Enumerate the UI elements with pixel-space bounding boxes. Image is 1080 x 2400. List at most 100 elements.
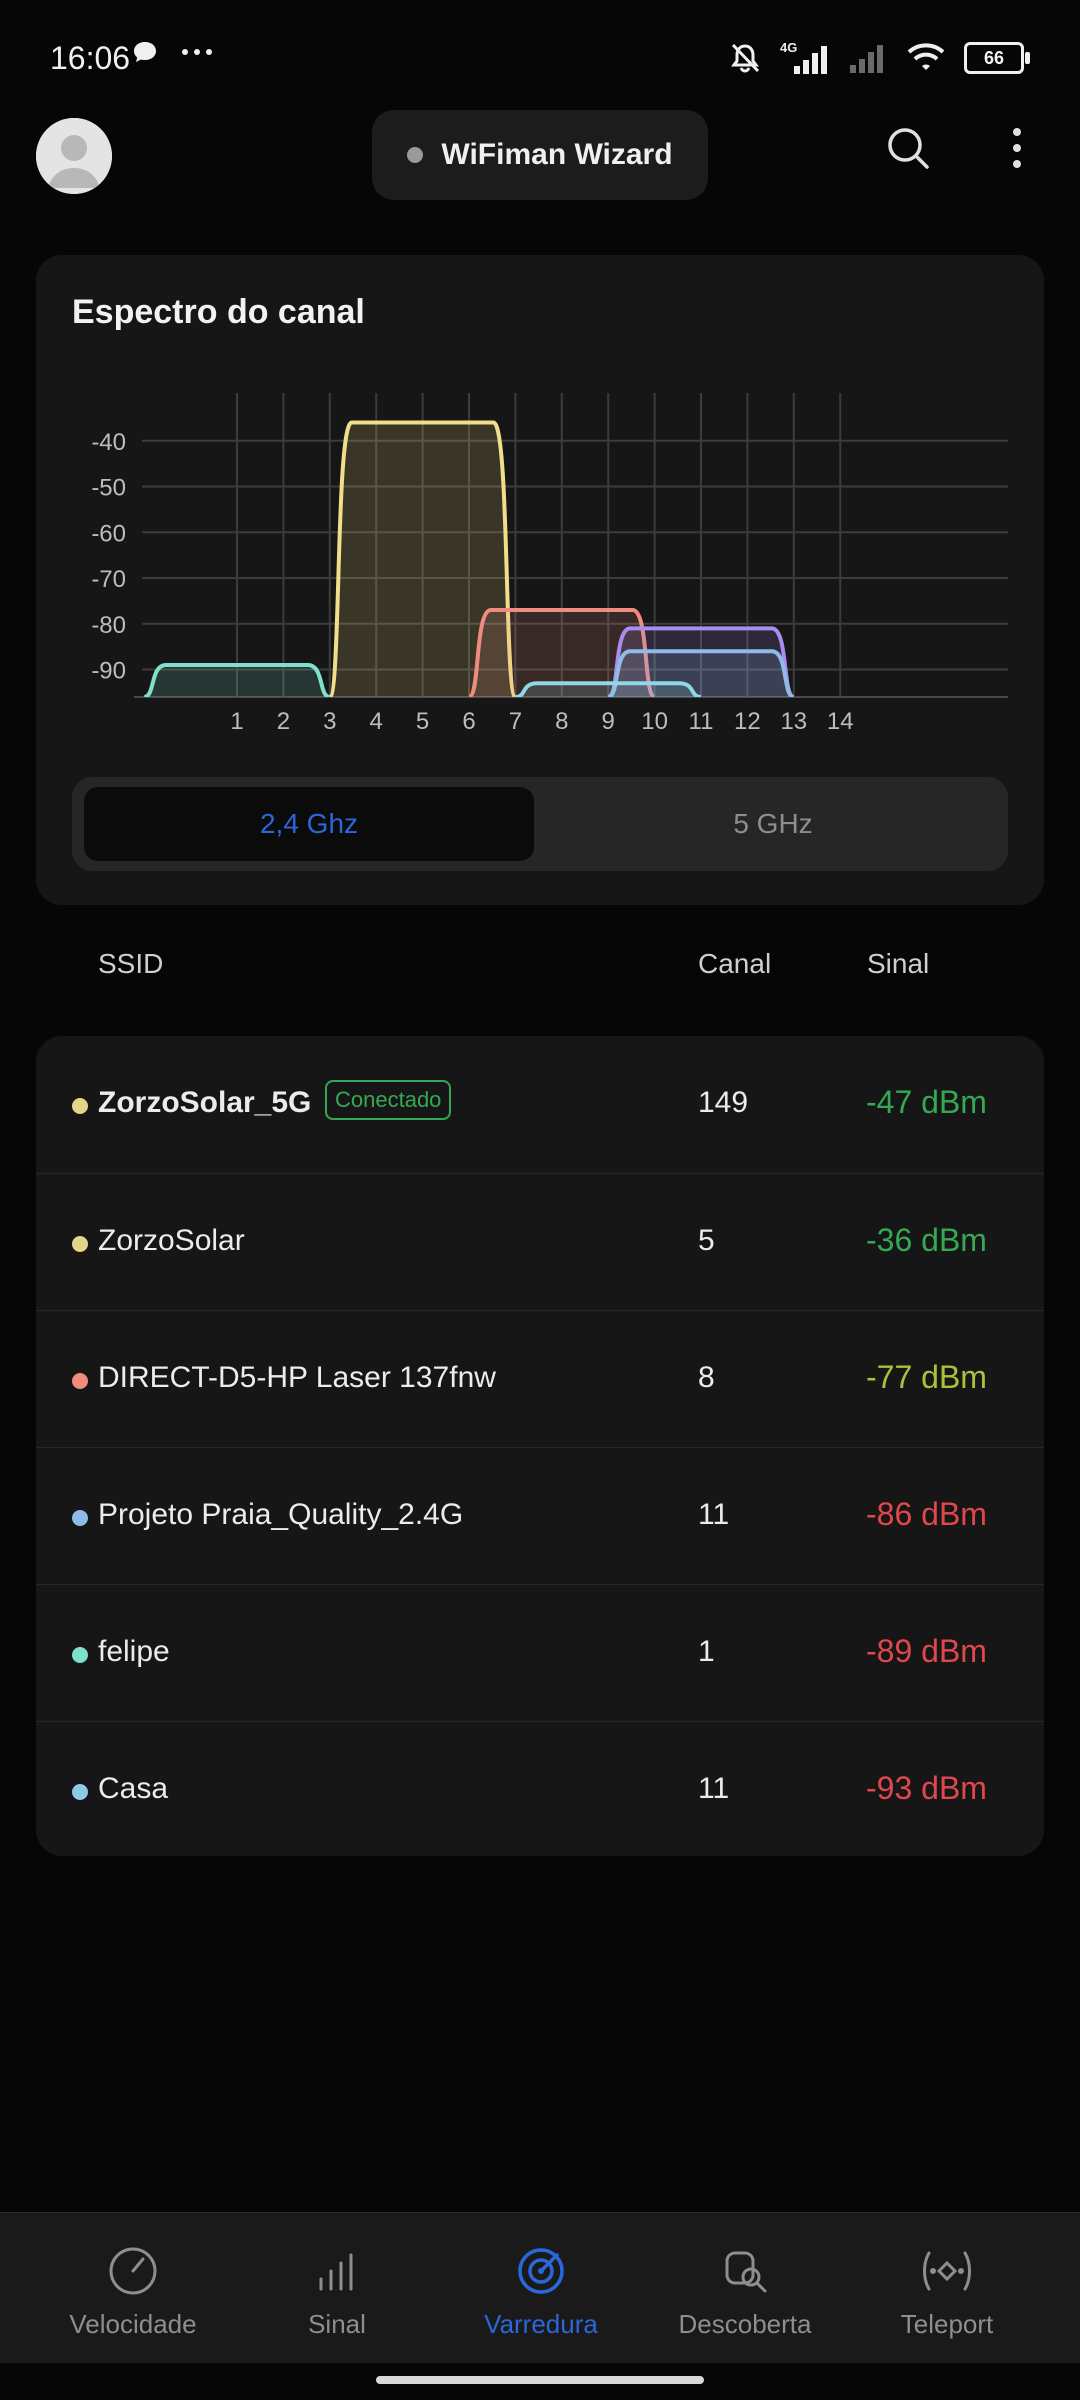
network-row[interactable]: DIRECT-D5-HP Laser 137fnw 8 -77 dBm	[36, 1310, 1044, 1448]
network-ssid: Projeto Praia_Quality_2.4G	[98, 1498, 464, 1531]
x-tick-label: 4	[370, 708, 383, 735]
x-tick-label: 7	[509, 708, 522, 735]
y-tick-label: -90	[91, 658, 126, 685]
band-toggle: 2,4 Ghz 5 GHz	[72, 777, 1008, 871]
battery-level: 66	[983, 47, 1005, 68]
wifi-icon	[907, 43, 945, 70]
device-search-icon	[725, 2251, 767, 2293]
signal-empty-icon	[850, 45, 883, 73]
x-tick-label: 9	[602, 708, 615, 735]
x-tick-label: 1	[230, 708, 243, 735]
signal-bars-icon	[319, 2253, 353, 2291]
network-ssid: ZorzoSolar_5G	[98, 1086, 312, 1119]
avatar-person-icon	[36, 118, 112, 194]
band-5ghz-button[interactable]: 5 GHz	[548, 787, 998, 861]
chat-bubble-icon	[134, 42, 156, 62]
ssid-column-header[interactable]: SSID	[98, 948, 163, 980]
network-signal: -36 dBm	[866, 1222, 987, 1258]
x-tick-label: 13	[780, 708, 807, 735]
y-tick-label: -40	[91, 429, 126, 456]
network-list: ZorzoSolar_5G Conectado 149 -47 dBm Zorz…	[36, 1036, 1044, 1856]
network-channel: 1	[698, 1635, 715, 1668]
network-signal: -77 dBm	[866, 1359, 987, 1395]
network-color-dot	[72, 1236, 88, 1252]
signal-column-header[interactable]: Sinal	[867, 948, 929, 980]
avatar[interactable]	[36, 118, 112, 194]
nav-item-teleport[interactable]: Teleport	[847, 2213, 1047, 2363]
connected-badge: Conectado	[325, 1080, 452, 1120]
x-tick-label: 2	[277, 708, 290, 735]
x-tick-label: 6	[462, 708, 475, 735]
battery-icon: 66	[964, 42, 1030, 74]
app-title: WiFiman Wizard	[441, 138, 673, 171]
status-time: 16:06	[50, 40, 131, 76]
nav-item-varredura[interactable]: Varredura	[441, 2213, 641, 2363]
status-left-icons	[132, 40, 214, 64]
network-row[interactable]: ZorzoSolar_5G Conectado 149 -47 dBm	[36, 1036, 1044, 1173]
nav-item-sinal[interactable]: Sinal	[237, 2213, 437, 2363]
bottom-navigation: Velocidade Sinal Varredura Descoberta Te…	[0, 2212, 1080, 2363]
network-channel-band	[143, 662, 331, 697]
network-signal: -89 dBm	[866, 1633, 987, 1669]
search-icon[interactable]	[886, 126, 930, 170]
network-row[interactable]: Casa 11 -93 dBm	[36, 1721, 1044, 1856]
network-ssid: Casa	[98, 1772, 169, 1805]
network-row[interactable]: Projeto Praia_Quality_2.4G 11 -86 dBm	[36, 1447, 1044, 1585]
home-indicator[interactable]	[376, 2376, 704, 2384]
signal-4g-icon: 4G	[780, 40, 827, 74]
network-channel: 8	[698, 1361, 715, 1394]
y-tick-label: -80	[91, 612, 126, 639]
x-tick-label: 12	[734, 708, 761, 735]
y-tick-label: -70	[91, 566, 126, 593]
network-channel: 149	[698, 1086, 749, 1119]
kebab-menu-icon[interactable]	[1006, 126, 1028, 170]
network-color-dot	[72, 1098, 88, 1114]
x-tick-label: 14	[827, 708, 854, 735]
x-tick-label: 8	[555, 708, 568, 735]
network-row[interactable]: ZorzoSolar 5 -36 dBm	[36, 1173, 1044, 1311]
teleport-icon	[923, 2251, 971, 2291]
more-dots-icon	[182, 49, 212, 55]
nav-label: Descoberta	[678, 2309, 812, 2339]
band-2-4ghz-button[interactable]: 2,4 Ghz	[84, 787, 534, 861]
nav-item-descoberta[interactable]: Descoberta	[645, 2213, 845, 2363]
x-tick-label: 3	[323, 708, 336, 735]
network-signal: -47 dBm	[866, 1084, 987, 1120]
nav-label: Teleport	[900, 2309, 994, 2339]
x-tick-label: 5	[416, 708, 429, 735]
y-tick-label: -50	[91, 475, 126, 502]
status-right-icons: 4G 66	[728, 40, 1030, 76]
x-tick-label: 11	[689, 708, 714, 735]
nav-label: Varredura	[484, 2309, 598, 2339]
x-tick-label: 10	[641, 708, 668, 735]
nav-label: Velocidade	[69, 2309, 197, 2339]
channel-spectrum-card: Espectro do canal -40 -50 -60 -70 -80 -90 1 2 3 4…	[36, 255, 1044, 905]
status-bar: 16:06 4G 66	[0, 0, 1080, 110]
network-signal: -86 dBm	[866, 1496, 987, 1532]
wizard-button[interactable]: WiFiman Wizard	[372, 110, 708, 200]
wizard-status-dot	[407, 147, 424, 163]
network-ssid: felipe	[98, 1635, 170, 1668]
nav-item-velocidade[interactable]: Velocidade	[33, 2213, 233, 2363]
y-tick-label: -60	[91, 520, 126, 547]
network-signal: -93 dBm	[866, 1770, 987, 1806]
network-ssid: ZorzoSolar	[98, 1224, 245, 1257]
radar-scan-icon	[518, 2248, 564, 2294]
network-ssid: DIRECT-D5-HP Laser 137fnw	[98, 1361, 496, 1394]
network-channel: 11	[698, 1498, 730, 1531]
spectrum-chart: -40-50-60-70-80-901 2 3 4 5 6 7 8 9 10 11 12 13 14	[91, 393, 1008, 735]
network-color-dot	[72, 1373, 88, 1389]
mute-bell-icon	[731, 43, 760, 73]
network-color-dot	[72, 1647, 88, 1663]
channel-column-header[interactable]: Canal	[698, 948, 771, 980]
network-list-header: SSID Canal Sinal	[0, 940, 1080, 990]
network-channel: 5	[698, 1224, 715, 1257]
network-row[interactable]: felipe 1 -89 dBm	[36, 1584, 1044, 1722]
network-color-dot	[72, 1510, 88, 1526]
network-color-dot	[72, 1784, 88, 1800]
nav-label: Sinal	[308, 2309, 366, 2339]
network-badge: 4G	[780, 40, 797, 55]
network-channel-band	[515, 681, 702, 697]
network-channel: 11	[698, 1772, 730, 1805]
speedometer-icon	[109, 2247, 157, 2295]
